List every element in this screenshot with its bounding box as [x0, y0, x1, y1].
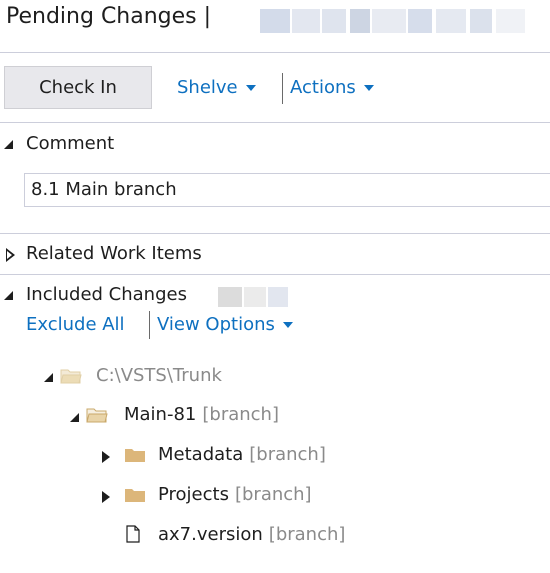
branch-tag: [branch]: [234, 484, 312, 505]
comment-section-label: Comment: [26, 133, 115, 154]
folder-open-icon: [60, 369, 82, 384]
header-divider: [0, 52, 550, 53]
tree-root-label[interactable]: C:\VSTS\Trunk: [96, 365, 222, 386]
branch-tag: [branch]: [268, 524, 346, 545]
view-options-label: View Options: [157, 314, 275, 335]
tree-branch-label: Main-81: [124, 404, 197, 425]
expand-root-icon[interactable]: [44, 373, 53, 382]
links-separator: [149, 311, 150, 339]
included-changes-label: Included Changes: [26, 284, 187, 305]
tree-item-metadata[interactable]: Metadata [branch]: [158, 444, 326, 465]
tree-item-label: ax7.version: [158, 524, 263, 545]
tree-item-projects[interactable]: Projects [branch]: [158, 484, 312, 505]
expand-included-changes-icon[interactable]: [4, 291, 13, 300]
chevron-down-icon: [245, 85, 256, 91]
tree-branch-item[interactable]: Main-81 [branch]: [124, 404, 279, 425]
file-icon: [126, 525, 140, 543]
folder-icon: [125, 489, 145, 502]
related-divider: [0, 274, 550, 275]
tree-item-ax7-version[interactable]: ax7.version [branch]: [158, 524, 345, 545]
obscured-change-count: [218, 287, 288, 307]
expand-comment-icon[interactable]: [4, 140, 13, 149]
chevron-down-icon: [282, 322, 293, 328]
exclude-all-link[interactable]: Exclude All: [26, 314, 125, 335]
page-title: Pending Changes |: [6, 4, 212, 29]
expand-metadata-icon[interactable]: [102, 451, 110, 463]
chevron-down-icon: [363, 85, 374, 91]
branch-tag: [branch]: [202, 404, 279, 425]
tree-item-label: Metadata: [158, 444, 244, 465]
shelve-label: Shelve: [177, 77, 238, 98]
expand-projects-icon[interactable]: [102, 491, 110, 503]
actions-label: Actions: [290, 77, 356, 98]
comment-divider: [0, 233, 550, 234]
folder-open-icon: [86, 408, 108, 423]
check-in-label: Check In: [39, 77, 117, 98]
tree-item-label: Projects: [158, 484, 229, 505]
comment-field[interactable]: 8.1 Main branch: [24, 173, 550, 207]
obscured-workspace-name: [260, 9, 525, 33]
view-options-dropdown[interactable]: View Options: [157, 314, 293, 335]
toolbar-separator: [282, 73, 283, 104]
check-in-button[interactable]: Check In: [4, 66, 152, 109]
expand-related-work-items-icon[interactable]: [6, 248, 15, 262]
shelve-dropdown[interactable]: Shelve: [177, 77, 256, 98]
actions-dropdown[interactable]: Actions: [290, 77, 374, 98]
branch-tag: [branch]: [249, 444, 326, 465]
related-work-items-label[interactable]: Related Work Items: [26, 243, 202, 264]
expand-branch-icon[interactable]: [70, 413, 79, 422]
toolbar-divider: [0, 122, 550, 123]
comment-value: 8.1 Main branch: [31, 179, 177, 200]
folder-icon: [125, 449, 145, 462]
